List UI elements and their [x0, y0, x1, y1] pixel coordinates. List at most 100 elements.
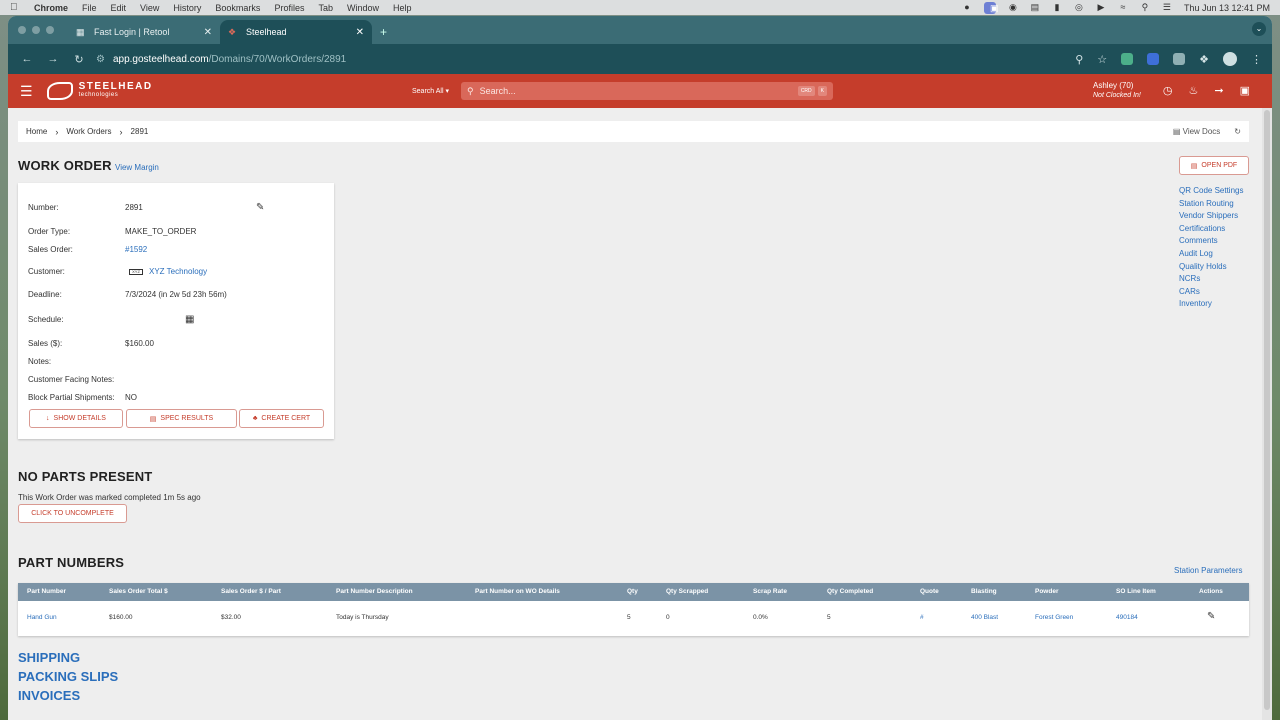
spec-results-button[interactable]: ▤ SPEC RESULTS — [126, 409, 237, 428]
col-qty-scrapped[interactable]: Qty Scrapped — [666, 588, 708, 595]
search-scope-dropdown[interactable]: Search All ▾ — [412, 87, 449, 95]
col-so-total[interactable]: Sales Order Total $ — [109, 588, 168, 595]
back-icon[interactable]: ← — [18, 53, 36, 65]
calendar-icon[interactable]: ▦ — [185, 314, 194, 325]
menu-help[interactable]: Help — [393, 3, 412, 13]
qr-code-settings-link[interactable]: QR Code Settings — [1179, 185, 1243, 198]
new-tab-icon[interactable]: + — [380, 25, 387, 39]
apple-icon[interactable]:  — [10, 2, 20, 13]
menu-view[interactable]: View — [140, 3, 159, 13]
close-tab-icon[interactable]: ✕ — [356, 27, 364, 38]
col-quote[interactable]: Quote — [920, 588, 939, 595]
minimize-window-button[interactable] — [32, 26, 40, 34]
notifications-bell-icon[interactable]: ♨ — [1189, 84, 1199, 97]
cell-powder-link[interactable]: Forest Green — [1035, 614, 1073, 621]
menu-tab[interactable]: Tab — [318, 3, 333, 13]
bookmark-star-icon[interactable]: ☆ — [1097, 53, 1107, 66]
edit-pencil-icon[interactable]: ✎ — [1207, 611, 1215, 622]
comments-link[interactable]: Comments — [1179, 235, 1243, 248]
station-routing-link[interactable]: Station Routing — [1179, 198, 1243, 211]
scrollbar-thumb[interactable] — [1264, 110, 1270, 710]
invoices-section-link[interactable]: INVOICES — [18, 688, 80, 703]
col-qty-completed[interactable]: Qty Completed — [827, 588, 873, 595]
cell-so-line-item-link[interactable]: 490184 — [1116, 614, 1138, 621]
audit-log-link[interactable]: Audit Log — [1179, 248, 1243, 261]
record-icon[interactable]: ◎ — [1074, 3, 1084, 12]
tab-steelhead[interactable]: ❖ Steelhead ✕ — [220, 20, 372, 44]
chrome-menu-icon[interactable]: ⋮ — [1251, 53, 1262, 66]
camera-icon[interactable]: ▣ — [1240, 84, 1250, 97]
col-powder[interactable]: Powder — [1035, 588, 1058, 595]
menu-window[interactable]: Window — [347, 3, 379, 13]
menu-file[interactable]: File — [82, 3, 97, 13]
create-cert-button[interactable]: ♣ CREATE CERT — [239, 409, 324, 428]
wifi-icon[interactable]: ≈ — [1118, 3, 1128, 12]
menu-history[interactable]: History — [173, 3, 201, 13]
sales-order-link[interactable]: #1592 — [125, 245, 147, 254]
profile-avatar-icon[interactable] — [1223, 52, 1237, 66]
extensions-puzzle-icon[interactable]: ❖ — [1199, 53, 1209, 66]
menu-bookmarks[interactable]: Bookmarks — [215, 3, 260, 13]
control-center-icon[interactable]: ☰ — [1162, 3, 1172, 12]
menu-app-name[interactable]: Chrome — [34, 3, 68, 13]
packing-slips-section-link[interactable]: PACKING SLIPS — [18, 669, 118, 684]
col-wo-details[interactable]: Part Number on WO Details — [475, 588, 560, 595]
col-scrap-rate[interactable]: Scrap Rate — [753, 588, 787, 595]
shipping-section-link[interactable]: SHIPPING — [18, 650, 80, 665]
edit-pencil-icon[interactable]: ✎ — [256, 202, 264, 213]
tab-retool[interactable]: ▦ Fast Login | Retool ✕ — [68, 20, 220, 44]
show-details-button[interactable]: ↓ SHOW DETAILS — [29, 409, 123, 428]
cell-part-number-link[interactable]: Hand Gun — [27, 614, 57, 621]
extension-icon[interactable]: ◉ — [1008, 3, 1018, 12]
col-so-line-item[interactable]: SO Line Item — [1116, 588, 1156, 595]
close-window-button[interactable] — [18, 26, 26, 34]
hamburger-menu-icon[interactable]: ☰ — [20, 83, 33, 100]
microphone-icon[interactable]: ● — [962, 3, 972, 12]
extension-3-icon[interactable] — [1173, 53, 1186, 65]
ncrs-link[interactable]: NCRs — [1179, 273, 1243, 286]
logout-icon[interactable]: ➞ — [1214, 84, 1223, 97]
menu-edit[interactable]: Edit — [111, 3, 127, 13]
quality-holds-link[interactable]: Quality Holds — [1179, 261, 1243, 274]
menu-profiles[interactable]: Profiles — [274, 3, 304, 13]
screen-share-icon[interactable]: ▣ — [983, 1, 998, 14]
uncomplete-button[interactable]: CLICK TO UNCOMPLETE — [18, 504, 127, 523]
user-info[interactable]: Ashley (70) Not Clocked In! — [1093, 81, 1141, 101]
cell-quote-link[interactable]: # — [920, 614, 924, 621]
play-icon[interactable]: ▶ — [1096, 3, 1106, 12]
breadcrumb-work-orders[interactable]: Work Orders — [66, 127, 111, 136]
vendor-shippers-link[interactable]: Vendor Shippers — [1179, 210, 1243, 223]
col-qty[interactable]: Qty — [627, 588, 638, 595]
global-search-input[interactable]: ⚲ Search... CRD K — [461, 82, 833, 100]
tab-search-icon[interactable]: ⌄ — [1252, 22, 1266, 36]
clipboard-icon[interactable]: ▤ — [1030, 3, 1040, 12]
view-docs-link[interactable]: ▤ View Docs — [1173, 127, 1220, 136]
close-tab-icon[interactable]: ✕ — [204, 27, 212, 38]
url-field[interactable]: ⚙ app.gosteelhead.com/Domains/70/WorkOrd… — [96, 54, 1075, 65]
menubar-clock[interactable]: Thu Jun 13 12:41 PM — [1184, 3, 1270, 13]
inventory-link[interactable]: Inventory — [1179, 298, 1243, 311]
open-pdf-button[interactable]: ▤ OPEN PDF — [1179, 156, 1249, 175]
col-part-number[interactable]: Part Number — [27, 588, 66, 595]
zoom-icon[interactable]: ⚲ — [1075, 53, 1083, 66]
col-blasting[interactable]: Blasting — [971, 588, 997, 595]
time-clock-icon[interactable]: ◷ — [1163, 84, 1173, 97]
view-margin-link[interactable]: View Margin — [115, 163, 159, 172]
extension-2-icon[interactable] — [1147, 53, 1160, 65]
reload-icon[interactable]: ↻ — [70, 53, 88, 66]
extension-1-icon[interactable] — [1121, 53, 1134, 65]
station-parameters-link[interactable]: Station Parameters — [1174, 566, 1242, 575]
zoom-window-button[interactable] — [46, 26, 54, 34]
site-info-icon[interactable]: ⚙ — [96, 54, 105, 65]
battery-icon[interactable]: ▮ — [1052, 3, 1062, 12]
cars-link[interactable]: CARs — [1179, 286, 1243, 299]
forward-icon[interactable]: → — [44, 53, 62, 65]
col-description[interactable]: Part Number Description — [336, 588, 413, 595]
refresh-icon[interactable]: ↻ — [1234, 127, 1241, 136]
steelhead-logo[interactable]: STEELHEAD technologies — [46, 82, 153, 100]
certifications-link[interactable]: Certifications — [1179, 223, 1243, 236]
col-so-per-part[interactable]: Sales Order $ / Part — [221, 588, 281, 595]
cell-blasting-link[interactable]: 400 Blast — [971, 614, 998, 621]
page-scrollbar[interactable] — [1262, 108, 1272, 720]
customer-link[interactable]: XYZ Technology — [149, 267, 207, 276]
